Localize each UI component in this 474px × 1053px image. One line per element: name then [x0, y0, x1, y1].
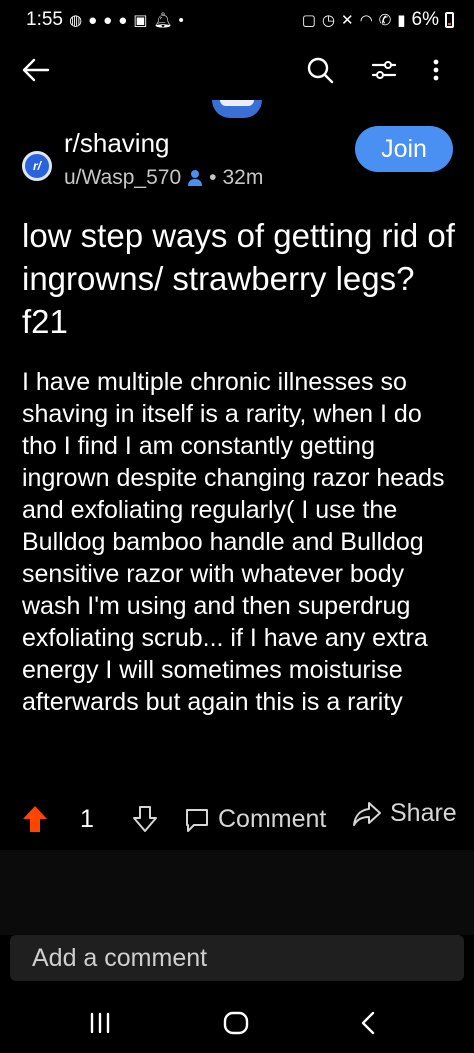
vote-count: 1: [80, 805, 94, 833]
home-icon: [223, 1011, 249, 1035]
subreddit-icon[interactable]: r/: [22, 151, 52, 181]
signal-icon: ▮: [397, 11, 406, 29]
status-right: ▢ ◷ ✕ ◠ ✆ ▮ 6%: [302, 9, 454, 31]
comments-area: [0, 850, 474, 935]
back-button[interactable]: [14, 48, 58, 92]
alarm-icon: ◷: [321, 11, 336, 29]
gallery-icon: ▣: [133, 11, 148, 29]
home-button[interactable]: [218, 1005, 254, 1041]
sort-filter-icon: [371, 61, 397, 79]
recent-apps-button[interactable]: [82, 1005, 118, 1041]
call-icon: ✆: [378, 11, 392, 29]
post-body: I have multiple chronic illnesses so sha…: [22, 368, 445, 716]
pinterest-icon: ●: [118, 11, 128, 29]
author-name[interactable]: u/Wasp_570: [64, 166, 181, 190]
action-bar: 1 Comment Share: [0, 795, 474, 850]
downvote-arrow-icon: [133, 806, 157, 832]
person-icon: [188, 170, 203, 186]
post-header: r/ r/shaving u/Wasp_570 • 32m Join: [0, 118, 474, 198]
status-bar: 1:55 ◍ ● ● ● ▣ 🔔︎ • ▢ ◷ ✕ ◠ ✆ ▮ 6%: [0, 0, 474, 40]
chevron-left-icon: [361, 1011, 375, 1035]
search-icon: [307, 57, 334, 84]
status-time: 1:55: [26, 9, 63, 30]
comment-label: Comment: [218, 805, 327, 833]
more-vertical-icon: [433, 59, 439, 81]
share-button[interactable]: Share: [352, 799, 457, 828]
upvote-arrow-icon: [23, 806, 47, 832]
post-age: 32m: [222, 166, 264, 189]
collapsed-avatar: [212, 100, 262, 118]
wifi-icon: ◠: [359, 11, 373, 29]
top-nav: [0, 40, 474, 100]
comment-bubble-icon: [186, 808, 208, 832]
meta-separator: •: [209, 166, 217, 189]
battery-percent: 6%: [411, 9, 439, 30]
notification-bell-icon: 🔔︎: [153, 11, 173, 29]
mute-icon: ✕: [341, 11, 354, 29]
add-comment-placeholder: Add a comment: [32, 943, 208, 972]
lock-icon: ▢: [301, 11, 316, 29]
comment-button[interactable]: Comment: [184, 805, 326, 834]
downvote-button[interactable]: [132, 805, 158, 833]
facebook-icon: ●: [103, 11, 113, 29]
join-button[interactable]: Join: [355, 126, 453, 172]
back-arrow-icon: [22, 58, 50, 82]
status-left: 1:55 ◍ ● ● ● ▣ 🔔︎ •: [26, 9, 184, 31]
subreddit-icon-text: r/: [32, 159, 41, 173]
messenger-icon: ◍: [68, 11, 83, 29]
post-meta: u/Wasp_570 • 32m: [64, 166, 263, 190]
facebook-icon: ●: [88, 11, 98, 29]
system-nav-bar: [0, 990, 474, 1053]
subreddit-name[interactable]: r/shaving: [64, 128, 170, 159]
battery-icon: [445, 12, 454, 28]
share-label: Share: [390, 799, 457, 827]
system-back-button[interactable]: [350, 1005, 386, 1041]
dot-icon: •: [178, 11, 184, 29]
upvote-button[interactable]: [22, 805, 48, 833]
add-comment-input[interactable]: Add a comment: [10, 935, 464, 981]
recent-apps-icon: [90, 1012, 110, 1034]
filter-button[interactable]: [362, 48, 406, 92]
post-title: low step ways of getting rid of ingrowns…: [22, 217, 455, 340]
more-options-button[interactable]: [414, 48, 458, 92]
share-arrow-icon: [353, 801, 381, 826]
search-button[interactable]: [298, 48, 342, 92]
